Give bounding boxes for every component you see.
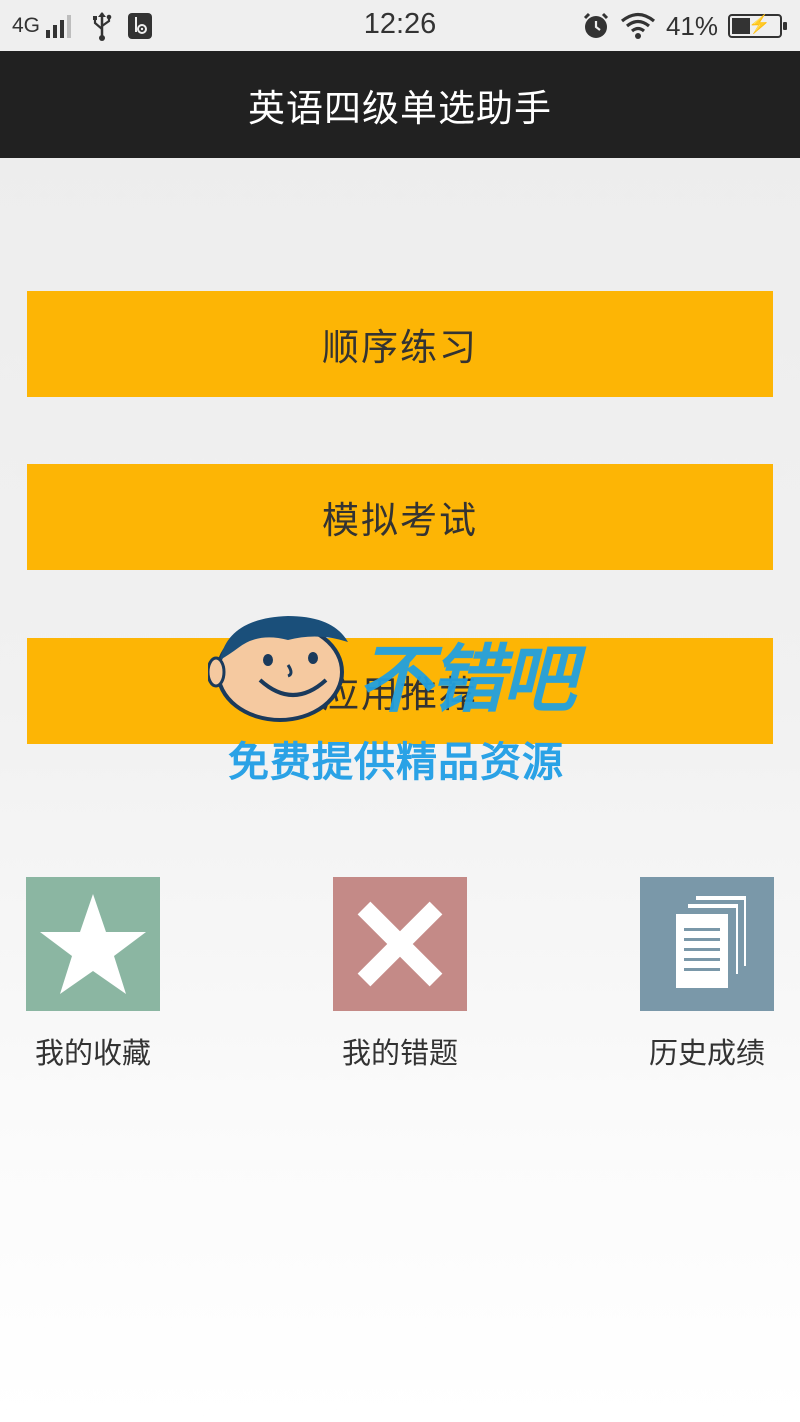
history-scores-tile[interactable]	[640, 877, 774, 1011]
documents-icon	[676, 896, 746, 988]
sequential-practice-label: 顺序练习	[322, 327, 478, 368]
wrong-questions-tile[interactable]	[333, 877, 467, 1011]
wifi-icon	[620, 12, 655, 39]
page-title: 英语四级单选助手	[248, 86, 552, 130]
sequential-practice-button[interactable]: 顺序练习	[27, 291, 773, 397]
star-icon	[40, 894, 146, 994]
favorites-tile[interactable]	[26, 877, 160, 1011]
favorites-label[interactable]: 我的收藏	[0, 1030, 193, 1072]
history-scores-label[interactable]: 历史成绩	[607, 1030, 800, 1072]
mock-exam-label: 模拟考试	[322, 500, 478, 541]
battery-charging-icon: ⚡	[728, 14, 787, 38]
mock-exam-button[interactable]: 模拟考试	[27, 464, 773, 570]
status-right: 41% ⚡	[582, 9, 787, 43]
status-bar: 4G 12:26 41% ⚡	[0, 0, 800, 51]
wrong-questions-label[interactable]: 我的错题	[300, 1030, 500, 1072]
app-title-bar: 英语四级单选助手	[0, 51, 800, 158]
app-recommend-label: 应用推荐	[322, 674, 478, 715]
battery-percent: 41%	[665, 10, 718, 41]
alarm-icon	[583, 12, 609, 38]
cross-icon	[357, 901, 443, 987]
app-recommend-button[interactable]: 应用推荐	[27, 638, 773, 744]
